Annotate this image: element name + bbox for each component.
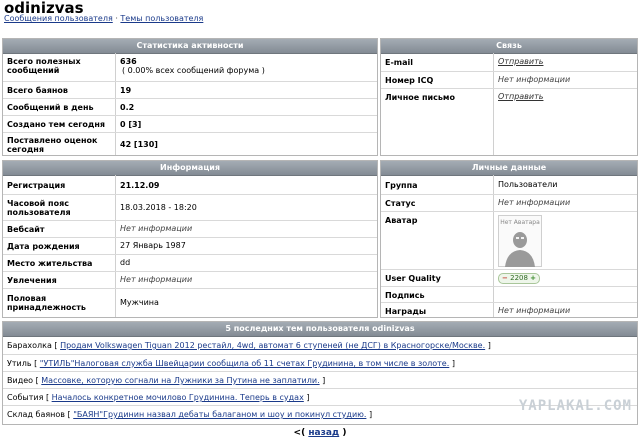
info-label: Регистрация <box>7 181 66 190</box>
info-row: Место жительства dd <box>3 254 377 272</box>
group-value: Пользователи <box>498 180 558 189</box>
user-quality-label: User Quality <box>385 274 441 283</box>
information-panel: Информация Регистрация 21.12.09 Часовой … <box>2 160 378 318</box>
information-panel-header: Информация <box>3 161 377 176</box>
stat-value: 0 [3] <box>120 120 142 129</box>
personal-data-panel: Личные данные Группа Пользователи Статус… <box>380 160 638 318</box>
contact-label: Номер ICQ <box>385 76 434 85</box>
info-label: Вебсайт <box>7 225 45 234</box>
site-watermark: YAPLAKAL.COM <box>518 398 632 414</box>
icq-value: Нет информации <box>498 75 571 84</box>
info-label: Часовой пояс пользователя <box>7 199 71 217</box>
contact-panel-header: Связь <box>381 39 637 54</box>
stat-label: Всего полезных сообщений <box>7 57 81 75</box>
back-prefix: <( <box>293 428 306 438</box>
birthday-value: 27 Январь 1987 <box>120 241 186 250</box>
status-value: Нет информации <box>498 198 571 207</box>
topic-link[interactable]: Продам Volkswagen Tiguan 2012 рестайл, 4… <box>60 341 485 350</box>
stat-label: Всего баянов <box>7 86 68 95</box>
topic-section: Склад баянов <box>7 410 65 419</box>
back-link[interactable]: назад <box>308 428 339 438</box>
back-suffix: ) <box>342 428 347 438</box>
avatar-caption: Нет Аватара <box>500 219 540 226</box>
send-email-link[interactable]: Отправить <box>498 57 543 67</box>
info-row: Дата рождения 27 Январь 1987 <box>3 237 377 255</box>
contact-row: Личное письмо Отправить <box>381 88 637 106</box>
user-topics-link[interactable]: Темы пользователя <box>120 14 203 23</box>
hobbies-value: Нет информации <box>120 275 193 284</box>
stat-label: Поставлено оценок сегодня <box>7 136 98 154</box>
topic-section: Утиль <box>7 359 32 368</box>
registration-value: 21.12.09 <box>120 181 160 190</box>
stat-row: Всего полезных сообщений 636 ( 0.00% все… <box>3 54 377 80</box>
contact-row: Номер ICQ Нет информации <box>381 71 637 89</box>
topic-link[interactable]: "УТИЛЬ"Налоговая служба Швейцарии сообщи… <box>40 359 450 368</box>
location-value: dd <box>120 258 131 267</box>
stat-row: Всего баянов 19 <box>3 81 377 99</box>
personal-row: Награды Нет информации <box>381 302 637 317</box>
personal-row: User Quality − 2208 + <box>381 269 637 287</box>
stat-note: ( 0.00% всех сообщений форума ) <box>122 66 265 75</box>
topic-row: Утиль [ "УТИЛЬ"Налоговая служба Швейцари… <box>3 354 637 372</box>
stat-row: Создано тем сегодня 0 [3] <box>3 115 377 133</box>
back-navigation: <( назад ) <box>0 428 640 438</box>
stat-value: 19 <box>120 86 132 95</box>
group-label: Группа <box>385 181 418 190</box>
topic-link[interactable]: Началось конкретное мочилово Грудинина. … <box>52 393 304 402</box>
topic-link[interactable]: "БАЯН"Грудинин назвал дебаты балаганом и… <box>73 410 366 419</box>
stat-label: Создано тем сегодня <box>7 120 106 129</box>
send-private-message-link[interactable]: Отправить <box>498 92 543 102</box>
quality-plus-button[interactable]: + <box>530 274 536 282</box>
links-separator: · <box>115 14 118 23</box>
awards-value: Нет информации <box>498 306 571 315</box>
personal-row: Группа Пользователи <box>381 176 637 194</box>
activity-panel-header: Статистика активности <box>3 39 377 54</box>
timezone-value: 18.03.2018 - 18:20 <box>120 203 197 212</box>
topic-section: Видео <box>7 376 34 385</box>
quality-minus-button[interactable]: − <box>502 274 508 282</box>
topic-section: Барахолка <box>7 341 52 350</box>
contact-label: Личное письмо <box>385 93 455 102</box>
awards-label: Награды <box>385 307 427 316</box>
status-label: Статус <box>385 199 416 208</box>
topic-row: Видео [ Массовке, которую согнали на Луж… <box>3 371 637 389</box>
user-quality-badge: − 2208 + <box>498 273 541 284</box>
last-topics-header: 5 последних тем пользователя odinizvas <box>3 322 637 337</box>
personal-row: Подпись <box>381 286 637 303</box>
activity-panel: Статистика активности Всего полезных соо… <box>2 38 378 156</box>
info-row: Вебсайт Нет информации <box>3 220 377 238</box>
stat-label: Сообщений в день <box>7 103 94 112</box>
personal-row: Аватар Нет Аватара <box>381 211 637 270</box>
info-label: Половая принадлежность <box>7 294 86 312</box>
contact-row: E-mail Отправить <box>381 54 637 71</box>
default-avatar-icon <box>505 232 535 267</box>
info-label: Дата рождения <box>7 242 80 251</box>
contact-panel: Связь E-mail Отправить Номер ICQ Нет инф… <box>380 38 638 156</box>
stat-value: 0.2 <box>120 103 135 112</box>
topic-row: Барахолка [ Продам Volkswagen Tiguan 201… <box>7 341 491 350</box>
info-label: Увлечения <box>7 276 57 285</box>
personal-row: Статус Нет информации <box>381 194 637 212</box>
signature-label: Подпись <box>385 291 425 300</box>
stat-row: Поставлено оценок сегодня 42 [130] <box>3 132 377 155</box>
contact-label: E-mail <box>385 58 414 67</box>
info-label: Место жительства <box>7 259 93 268</box>
stat-value: 42 [130] <box>120 140 158 149</box>
avatar: Нет Аватара <box>498 215 542 267</box>
profile-links: Сообщения пользователя · Темы пользовате… <box>4 14 203 24</box>
info-row: Регистрация 21.12.09 <box>3 176 377 194</box>
website-value: Нет информации <box>120 224 193 233</box>
topic-section: События <box>7 393 44 402</box>
user-messages-link[interactable]: Сообщения пользователя <box>4 14 113 23</box>
info-row: Увлечения Нет информации <box>3 271 377 289</box>
topic-link[interactable]: Массовке, которую согнали на Лужники за … <box>41 376 319 385</box>
info-row: Половая принадлежность Мужчина <box>3 288 377 317</box>
avatar-label: Аватар <box>385 216 418 225</box>
stat-row: Сообщений в день 0.2 <box>3 98 377 116</box>
personal-data-panel-header: Личные данные <box>381 161 637 176</box>
gender-value: Мужчина <box>120 298 159 307</box>
quality-value: 2208 <box>510 274 528 282</box>
info-row: Часовой пояс пользователя 18.03.2018 - 1… <box>3 194 377 221</box>
